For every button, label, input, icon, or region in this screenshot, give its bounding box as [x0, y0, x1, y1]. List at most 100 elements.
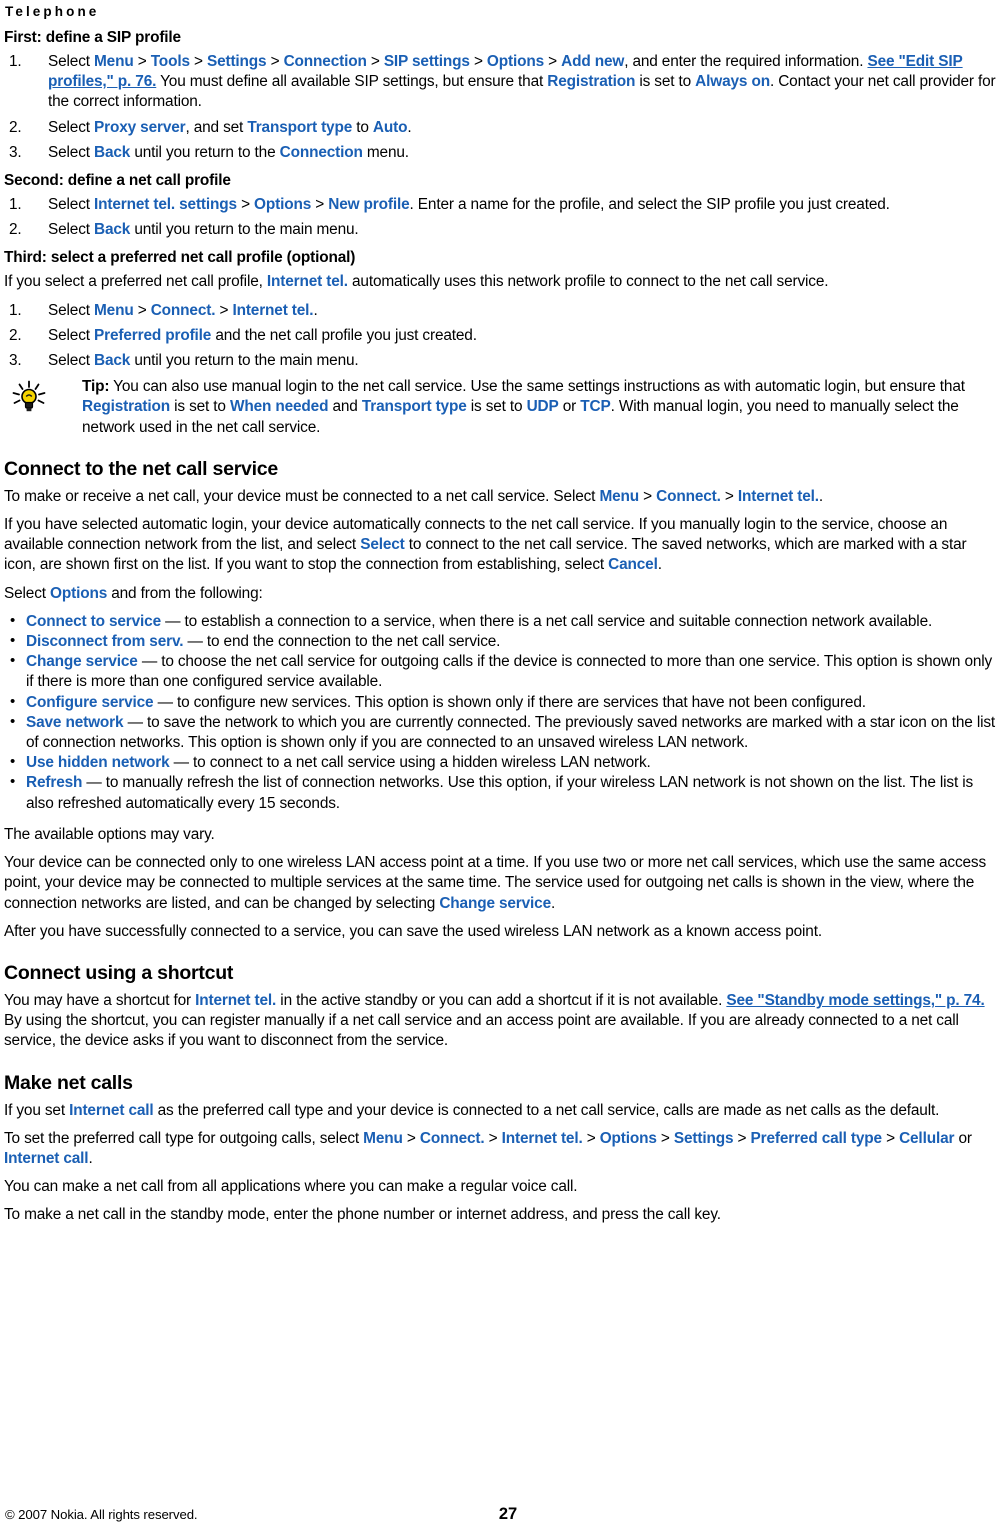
menu-path-settings[interactable]: Settings [207, 53, 267, 70]
ui-term-registration[interactable]: Registration [547, 73, 635, 90]
paragraph-save-known-access-point: After you have successfully connected to… [4, 922, 822, 940]
ui-term-new-profile[interactable]: New profile [328, 196, 409, 213]
text-c: By using the shortcut, you can register … [4, 1012, 959, 1050]
option-term-save-network[interactable]: Save network [26, 714, 124, 731]
list-item: 1. Select Internet tel. settings > Option… [4, 195, 1000, 215]
list-number: 3. [9, 352, 22, 370]
ui-term-back[interactable]: Back [94, 144, 130, 161]
tip-label: Tip: [82, 378, 110, 396]
ui-term-back[interactable]: Back [94, 221, 130, 238]
list-item: • Connect to service — to establish a con… [4, 612, 1000, 632]
menu-path-menu[interactable]: Menu [599, 488, 639, 505]
ui-term-internet-tel[interactable]: Internet tel. [267, 273, 348, 290]
option-term-disconnect-from-serv[interactable]: Disconnect from serv. [26, 633, 184, 650]
step-text-tail3: . [407, 118, 412, 136]
paragraph-standby-mode-call: To make a net call in the standby mode, … [4, 1206, 721, 1224]
ui-term-internet-tel[interactable]: Internet tel. [195, 992, 276, 1009]
option-description: to establish a connection to a service, … [184, 612, 933, 630]
menu-path-add-new[interactable]: Add new [561, 53, 624, 70]
menu-path-tools[interactable]: Tools [151, 53, 190, 70]
paragraph-set-preferred-call-type: To set the preferred call type for outgo… [4, 1129, 1000, 1169]
ui-value-when-needed[interactable]: When needed [230, 398, 329, 415]
path-separator: > [720, 487, 738, 505]
ui-value-internet-call[interactable]: Internet call [69, 1102, 154, 1119]
option-separator: — [82, 774, 106, 792]
option-term-refresh[interactable]: Refresh [26, 774, 82, 791]
list-item: 2. Select Preferred profile and the net c… [4, 326, 1000, 346]
ui-term-preferred-profile[interactable]: Preferred profile [94, 327, 211, 344]
step-text-tail2: to [352, 118, 373, 136]
ui-term-options[interactable]: Options [254, 196, 311, 213]
path-separator: > [733, 1129, 751, 1147]
ui-term-transport-type[interactable]: Transport type [247, 119, 352, 136]
ui-value-always-on[interactable]: Always on [695, 73, 770, 90]
text-b: as the preferred call type and your devi… [153, 1101, 940, 1119]
ui-term-options[interactable]: Options [50, 585, 107, 602]
path-separator: > [266, 53, 284, 70]
option-separator: — [153, 693, 177, 711]
menu-path-internet-call[interactable]: Internet call [4, 1150, 89, 1167]
list-first-sip-steps: 1. Select Menu > Tools > Settings > Conne… [4, 52, 1000, 163]
menu-path-connect[interactable]: Connect. [420, 1130, 485, 1147]
path-separator: > [133, 53, 151, 70]
menu-path-connection[interactable]: Connection [284, 53, 367, 70]
menu-path-connect[interactable]: Connect. [656, 488, 721, 505]
step-text-pre: Select [48, 221, 95, 239]
ui-term-proxy-server[interactable]: Proxy server [94, 119, 186, 136]
list-number: 2. [9, 118, 22, 136]
menu-path-preferred-call-type[interactable]: Preferred call type [751, 1130, 883, 1147]
option-term-use-hidden-network[interactable]: Use hidden network [26, 754, 170, 771]
path-separator: > [469, 53, 487, 70]
step-text-pre: Select [48, 352, 95, 370]
menu-path-options[interactable]: Options [600, 1130, 657, 1147]
menu-path-menu[interactable]: Menu [94, 302, 134, 319]
ui-term-connection[interactable]: Connection [280, 144, 363, 161]
list-item: • Save network — to save the network to w… [4, 713, 1000, 753]
tip-text-2: is set to [170, 398, 230, 416]
path-separator: > [656, 1129, 674, 1147]
menu-path-options[interactable]: Options [487, 53, 544, 70]
ui-term-registration[interactable]: Registration [82, 398, 170, 415]
ui-value-tcp[interactable]: TCP [580, 398, 610, 415]
ui-term-change-service[interactable]: Change service [439, 895, 551, 912]
text-c: . [657, 556, 662, 574]
paragraph-options-may-vary: The available options may vary. [4, 825, 215, 843]
menu-path-internet-tel[interactable]: Internet tel. [738, 488, 819, 505]
path-separator: > [311, 196, 329, 214]
list-connect-options: • Connect to service — to establish a con… [4, 612, 1000, 814]
menu-path-menu[interactable]: Menu [363, 1130, 403, 1147]
step-text-tail1: and the net call profile you just create… [211, 326, 477, 344]
menu-path-sip-settings[interactable]: SIP settings [384, 53, 470, 70]
list-item: 2. Select Back until you return to the ma… [4, 220, 1000, 240]
ui-term-internet-tel-settings[interactable]: Internet tel. settings [94, 196, 237, 213]
menu-path-menu[interactable]: Menu [94, 53, 134, 70]
option-separator: — [183, 633, 207, 651]
bullet-marker: • [10, 692, 16, 710]
option-term-connect-to-service[interactable]: Connect to service [26, 613, 161, 630]
text-tail: and from the following: [107, 584, 263, 602]
ui-term-transport-type[interactable]: Transport type [362, 398, 467, 415]
list-item: • Configure service — to configure new se… [4, 693, 1000, 713]
option-description: to save the network to which you are cur… [26, 713, 996, 752]
menu-path-connect[interactable]: Connect. [151, 302, 216, 319]
cross-reference-link[interactable]: See "Standby mode settings," p. 74. [726, 992, 984, 1009]
menu-path-settings[interactable]: Settings [674, 1130, 734, 1147]
menu-path-cellular[interactable]: Cellular [899, 1130, 954, 1147]
menu-path-internet-tel[interactable]: Internet tel. [502, 1130, 583, 1147]
ui-term-select[interactable]: Select [360, 536, 405, 553]
text-tail: automatically uses this network profile … [347, 273, 829, 291]
option-term-configure-service[interactable]: Configure service [26, 694, 154, 711]
menu-path-internet-tel[interactable]: Internet tel. [232, 302, 313, 319]
step-text-pre: Select [48, 196, 95, 214]
paragraph-access-point-limit: Your device can be connected only to one… [4, 853, 1000, 914]
path-separator: > [402, 1129, 420, 1147]
ui-value-udp[interactable]: UDP [527, 398, 559, 415]
step-text-tail: . [313, 301, 318, 319]
ui-value-auto[interactable]: Auto [373, 119, 408, 136]
list-number: 2. [9, 221, 22, 239]
option-term-change-service[interactable]: Change service [26, 653, 138, 670]
text-a: To set the preferred call type for outgo… [4, 1129, 364, 1147]
ui-term-cancel[interactable]: Cancel [608, 556, 658, 573]
ui-term-back[interactable]: Back [94, 352, 130, 369]
option-description: to manually refresh the list of connecti… [26, 774, 974, 812]
